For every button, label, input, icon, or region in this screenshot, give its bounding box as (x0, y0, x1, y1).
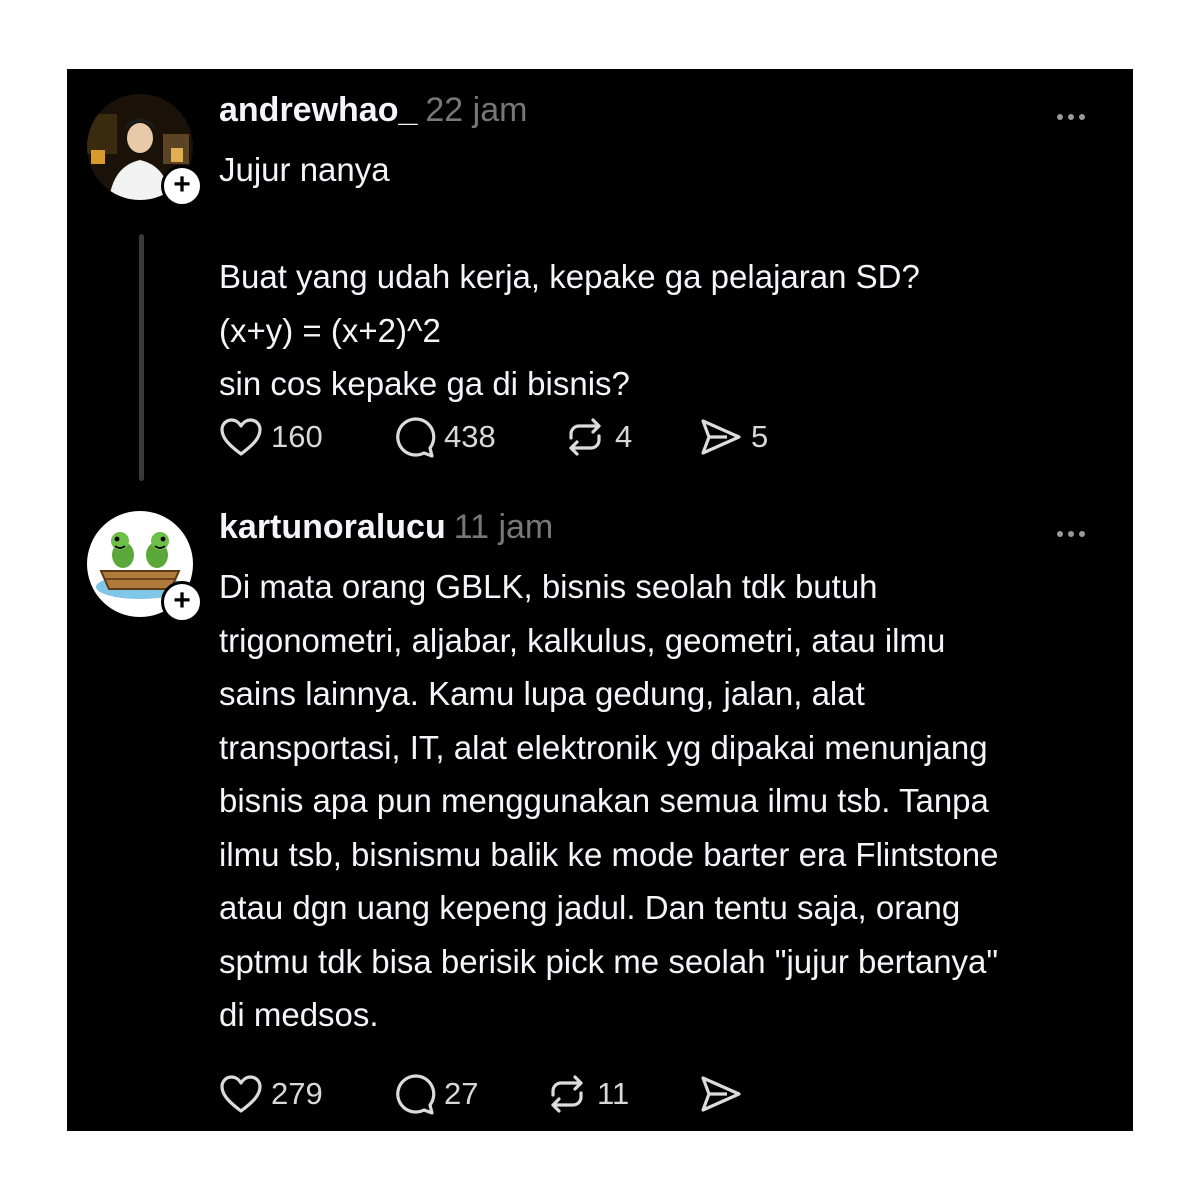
share-count: 5 (751, 419, 769, 454)
post-line: transportasi, IT, alat elektronik yg dip… (219, 728, 988, 766)
post-line: trigonometri, aljabar, kalkulus, geometr… (219, 621, 946, 659)
like-count: 279 (271, 1076, 323, 1111)
more-dots-icon[interactable] (1057, 107, 1093, 120)
repost-icon (545, 1073, 589, 1115)
like-button[interactable]: 279 (219, 1072, 323, 1116)
username[interactable]: kartunoralucu (219, 508, 446, 546)
post-line: Di mata orang GBLK, bisnis seolah tdk bu… (219, 568, 878, 605)
post-line: sin cos kepake ga di bisnis? (219, 365, 630, 402)
comment-button[interactable]: 438 (392, 415, 496, 459)
follow-button[interactable]: + (161, 165, 203, 207)
post-line: Jujur nanya (219, 151, 390, 188)
post-text: Di mata orang GBLK, bisnis seolah tdk bu… (219, 560, 1109, 1042)
repost-button[interactable]: 4 (563, 415, 632, 459)
thread-line (139, 234, 144, 481)
post-line: (x+y) = (x+2)^2 (219, 311, 441, 349)
post-text: Jujur nanya Buat yang udah kerja, kepake… (219, 143, 1109, 411)
comment-bubble-icon (392, 416, 436, 458)
comment-bubble-icon (392, 1073, 436, 1115)
heart-icon (219, 1074, 263, 1114)
comment-count: 27 (444, 1076, 479, 1111)
threads-panel: + andrewhao_ 22 jam Jujur nanya Buat yang… (67, 69, 1133, 1131)
send-icon (699, 416, 743, 458)
follow-button[interactable]: + (161, 581, 203, 623)
more-dots-icon[interactable] (1057, 524, 1093, 537)
share-button[interactable]: 5 (699, 415, 768, 459)
username[interactable]: andrewhao_ (219, 91, 417, 129)
comment-button[interactable]: 27 (392, 1072, 478, 1116)
like-count: 160 (271, 419, 323, 454)
like-button[interactable]: 160 (219, 415, 323, 459)
share-button[interactable] (699, 1072, 743, 1116)
post-line: sptmu tdk bisa berisik pick me seolah "j… (219, 942, 999, 980)
post-line (219, 197, 1109, 251)
post-line: atau dgn uang kepeng jadul. Dan tentu sa… (219, 889, 961, 926)
post-line: ilmu tsb, bisnismu balik ke mode barter … (219, 835, 999, 873)
post-line: bisnis apa pun menggunakan semua ilmu ts… (219, 782, 989, 819)
post-header: kartunoralucu 11 jam (219, 508, 553, 547)
heart-icon (219, 417, 263, 457)
post-line: di medsos. (219, 996, 379, 1033)
post-time: 22 jam (425, 91, 528, 129)
post-line: sains lainnya. Kamu lupa gedung, jalan, … (219, 675, 865, 712)
repost-count: 4 (615, 419, 633, 454)
comment-count: 438 (444, 419, 496, 454)
repost-count: 11 (597, 1076, 630, 1111)
post-line: Buat yang udah kerja, kepake ga pelajara… (219, 258, 920, 295)
post-header: andrewhao_ 22 jam (219, 91, 527, 130)
send-icon (699, 1073, 743, 1115)
post-time: 11 jam (453, 508, 554, 546)
repost-button[interactable]: 11 (545, 1072, 629, 1116)
repost-icon (563, 416, 607, 458)
